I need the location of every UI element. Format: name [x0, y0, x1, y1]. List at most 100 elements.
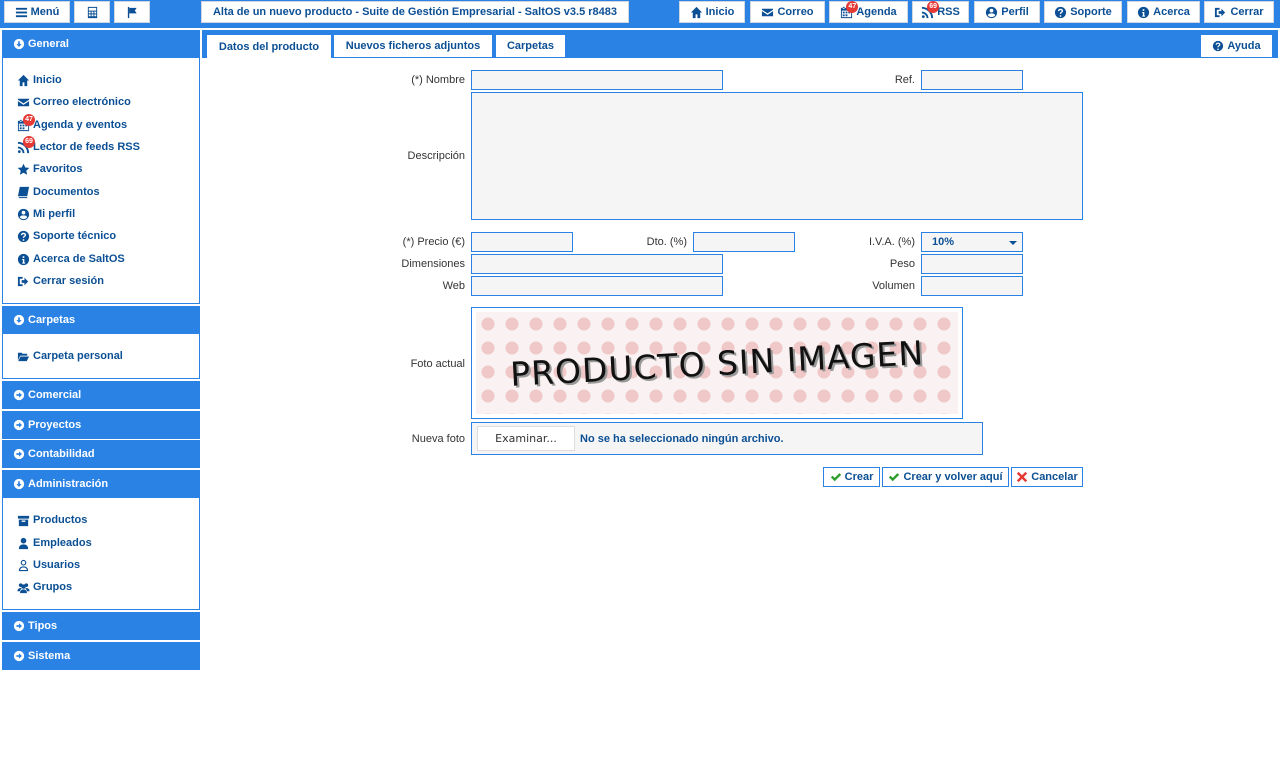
dimensiones-input[interactable]: [471, 254, 723, 274]
nombre-input[interactable]: [471, 70, 723, 90]
help-button[interactable]: Ayuda: [1201, 35, 1272, 57]
arrow-down-circle-icon: [13, 38, 25, 50]
sidebar-header-label: Carpetas: [28, 314, 76, 326]
info-icon: [1138, 6, 1150, 18]
sidebar-header-tipos[interactable]: Tipos: [2, 612, 200, 640]
tab-nuevos-ficheros[interactable]: Nuevos ficheros adjuntos: [334, 35, 492, 57]
sidebar-item-label: Carpeta personal: [33, 350, 123, 362]
sidebar-header-comercial[interactable]: Comercial: [2, 381, 200, 409]
nav-soporte-button[interactable]: Soporte: [1044, 1, 1122, 23]
sidebar-item-carpeta-personal[interactable]: Carpeta personal: [17, 347, 123, 365]
times-icon: [1017, 471, 1028, 483]
tab-carpetas[interactable]: Carpetas: [496, 35, 565, 57]
sidebar-item-documentos[interactable]: Documentos: [17, 183, 100, 201]
nav-cerrar-button[interactable]: Cerrar: [1204, 1, 1274, 23]
calculator-button[interactable]: [74, 1, 110, 23]
sidebar-header-sistema[interactable]: Sistema: [2, 642, 200, 670]
nav-inicio-button[interactable]: Inicio: [679, 1, 745, 23]
tab-datos-producto[interactable]: Datos del producto: [207, 35, 331, 58]
sidebar-item-agenda[interactable]: 47 Agenda y eventos: [17, 113, 128, 134]
top-bar: Menú Alta de un nuevo producto - Suite d…: [0, 0, 1280, 28]
agenda-badge: 47: [23, 113, 35, 126]
archive-icon: [17, 515, 30, 526]
dimensiones-label: Dimensiones: [401, 258, 465, 270]
arrow-down-circle-icon: [13, 478, 25, 490]
sidebar-item-empleados[interactable]: Empleados: [17, 534, 92, 552]
window-title: Alta de un nuevo producto - Suite de Ges…: [201, 1, 629, 23]
sidebar-item-label: Lector de feeds RSS: [33, 141, 140, 153]
sidebar-panel-general: Inicio Correo electrónico 47 Agenda y ev…: [2, 58, 200, 304]
peso-input[interactable]: [921, 254, 1023, 274]
photo-placeholder-text: PRODUCTO SIN IMAGEN: [509, 332, 925, 394]
sidebar-header-administracion[interactable]: Administración: [2, 470, 200, 498]
sign-out-icon: [1215, 7, 1226, 17]
user-outline-icon: [18, 559, 29, 571]
sidebar-item-grupos[interactable]: Grupos: [17, 578, 72, 596]
envelope-icon: [17, 98, 30, 106]
nav-correo-button[interactable]: Correo: [750, 1, 825, 23]
bars-icon: [15, 7, 27, 17]
dto-input[interactable]: [693, 232, 795, 252]
sidebar-item-rss[interactable]: 69 Lector de feeds RSS: [17, 135, 140, 156]
sidebar-item-label: Productos: [33, 514, 88, 526]
ref-input[interactable]: [921, 70, 1023, 90]
volumen-label: Volumen: [872, 280, 915, 292]
nav-rss-label: RSS: [937, 6, 960, 18]
sidebar-header-proyectos[interactable]: Proyectos: [2, 411, 200, 439]
arrow-right-circle-icon: [13, 419, 25, 431]
menu-label: Menú: [30, 6, 60, 18]
crear-label: Crear: [844, 471, 874, 483]
nombre-label: (*) Nombre: [411, 74, 465, 86]
nav-agenda-button[interactable]: 47 Agenda: [829, 0, 908, 23]
rss-badge: 69: [23, 135, 35, 148]
descripcion-label: Descripción: [407, 150, 465, 162]
file-upload-field[interactable]: Examinar... No se ha seleccionado ningún…: [471, 422, 983, 455]
crear-volver-label: Crear y volver aquí: [903, 471, 1003, 483]
flag-button[interactable]: [114, 1, 150, 23]
crear-button[interactable]: Crear: [823, 467, 880, 487]
help-label: Ayuda: [1227, 40, 1261, 52]
sidebar-panel-carpetas: Carpeta personal: [2, 334, 200, 379]
iva-select[interactable]: 10%: [921, 232, 1023, 252]
sidebar-header-carpetas[interactable]: Carpetas: [2, 306, 200, 334]
sidebar-item-perfil[interactable]: Mi perfil: [17, 205, 75, 223]
sidebar-item-label: Inicio: [33, 74, 62, 86]
sidebar-item-label: Agenda y eventos: [33, 119, 128, 131]
caret-down-icon: [1009, 241, 1017, 245]
sidebar-header-general[interactable]: General: [2, 30, 200, 58]
sidebar-item-productos[interactable]: Productos: [17, 511, 87, 529]
user-circle-icon: [17, 208, 30, 220]
user-circle-icon: [986, 6, 998, 18]
crear-volver-button[interactable]: Crear y volver aquí: [882, 467, 1009, 487]
sidebar-item-cerrar-sesion[interactable]: Cerrar sesión: [17, 272, 104, 290]
sidebar-header-label: Contabilidad: [28, 448, 95, 460]
question-icon: [1213, 40, 1224, 52]
iva-selected-value: 10%: [932, 236, 955, 248]
agenda-badge: 47: [846, 0, 859, 13]
web-input[interactable]: [471, 276, 723, 296]
menu-button[interactable]: Menú: [4, 1, 70, 23]
sidebar-item-favoritos[interactable]: Favoritos: [17, 160, 83, 178]
sidebar-item-soporte[interactable]: Soporte técnico: [17, 227, 116, 245]
descripcion-textarea[interactable]: [471, 92, 1083, 220]
precio-input[interactable]: [471, 232, 573, 252]
arrow-right-circle-icon: [13, 448, 25, 460]
cancelar-button[interactable]: Cancelar: [1011, 467, 1083, 487]
sidebar-header-contabilidad[interactable]: Contabilidad: [2, 440, 200, 468]
sidebar-item-usuarios[interactable]: Usuarios: [17, 556, 80, 574]
arrow-right-circle-icon: [13, 620, 25, 632]
nav-perfil-button[interactable]: Perfil: [974, 1, 1040, 23]
nav-acerca-button[interactable]: Acerca: [1127, 1, 1200, 23]
sidebar-item-label: Correo electrónico: [33, 96, 131, 108]
nav-rss-button[interactable]: 69 RSS: [912, 0, 969, 23]
volumen-input[interactable]: [921, 276, 1023, 296]
sidebar-item-correo[interactable]: Correo electrónico: [17, 93, 131, 111]
arrow-down-circle-icon: [13, 314, 25, 326]
cancelar-label: Cancelar: [1031, 471, 1078, 483]
info-icon: [17, 253, 30, 265]
browse-button[interactable]: Examinar...: [477, 426, 575, 451]
sidebar-panel-administracion: Productos Empleados Usuarios Grupos: [2, 498, 200, 610]
sidebar-item-acerca[interactable]: Acerca de SaltOS: [17, 250, 125, 268]
arrow-right-circle-icon: [13, 389, 25, 401]
sidebar-item-inicio[interactable]: Inicio: [17, 71, 62, 89]
